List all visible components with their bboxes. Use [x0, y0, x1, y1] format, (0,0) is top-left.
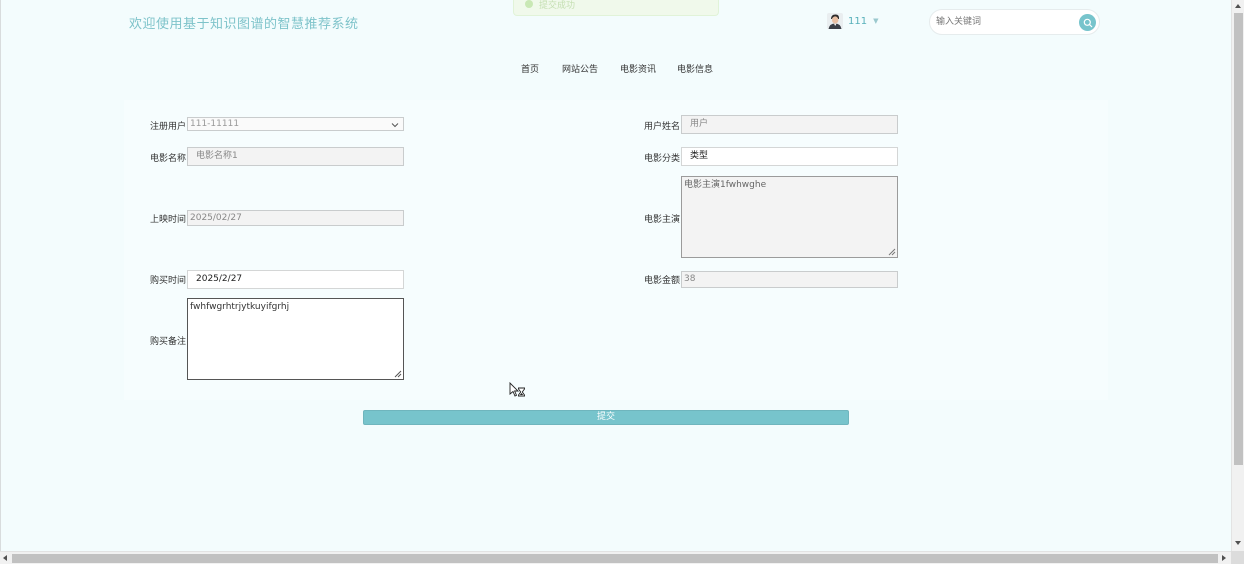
search-icon[interactable]	[1079, 14, 1096, 31]
horizontal-scrollbar[interactable]	[0, 551, 1231, 564]
search-input[interactable]	[936, 14, 1076, 30]
nav-item-movie-info[interactable]: 电影信息	[677, 62, 713, 75]
vertical-scroll-thumb[interactable]	[1234, 13, 1243, 465]
horizontal-scroll-thumb[interactable]	[12, 554, 1218, 563]
nav-item-movie-news[interactable]: 电影资讯	[620, 62, 656, 75]
registered-user-label: 注册用户:	[150, 122, 190, 132]
movie-category-field[interactable]: 类型	[681, 147, 898, 166]
busy-cursor-icon	[509, 382, 525, 397]
resize-grip-icon[interactable]	[888, 248, 896, 256]
username[interactable]: 111	[848, 16, 867, 27]
submit-button[interactable]: 提交	[363, 410, 849, 425]
vertical-scrollbar[interactable]	[1231, 0, 1244, 551]
main-nav: 首页 网站公告 电影资讯 电影信息	[1, 62, 1232, 76]
movie-name-field[interactable]: 电影名称1	[187, 147, 404, 166]
registered-user-value: 111-11111	[190, 119, 240, 129]
movie-cast-label: 电影主演:	[644, 215, 684, 225]
search-box	[929, 9, 1100, 35]
scroll-down-arrow-icon[interactable]	[1235, 541, 1241, 545]
movie-cast-textarea[interactable]: 电影主演1fwhwghe	[681, 176, 898, 258]
user-name-field[interactable]: 用户	[681, 115, 898, 134]
purchase-note-textarea[interactable]: fwhfwgrhtrjytkuyifgrhj	[187, 298, 404, 380]
movie-price-label: 电影金额:	[644, 276, 684, 286]
nav-item-home[interactable]: 首页	[521, 62, 539, 75]
chevron-down-icon	[391, 123, 399, 128]
movie-category-label: 电影分类:	[644, 154, 684, 164]
purchase-date-field[interactable]: 2025/2/27	[187, 270, 404, 289]
resize-grip-icon[interactable]	[394, 370, 402, 378]
purchase-date-label: 购买时间:	[150, 276, 190, 286]
avatar[interactable]	[827, 13, 843, 29]
registered-user-select[interactable]: 111-11111	[187, 117, 404, 131]
movie-name-label: 电影名称:	[150, 154, 190, 164]
page: 欢迎使用基于知识图谱的智慧推荐系统 提交成功 111 ▼ 首页	[0, 0, 1231, 551]
user-menu[interactable]: 111 ▼	[827, 12, 878, 30]
scroll-right-arrow-icon[interactable]	[1222, 555, 1226, 561]
purchase-note-label: 购买备注:	[150, 337, 190, 347]
user-name-label: 用户姓名:	[644, 122, 684, 132]
scrollbar-corner	[1231, 551, 1244, 564]
movie-price-field[interactable]: 38	[681, 271, 898, 288]
scroll-left-arrow-icon[interactable]	[3, 555, 7, 561]
purchase-note-value: fwhfwgrhtrjytkuyifgrhj	[190, 302, 290, 312]
site-title: 欢迎使用基于知识图谱的智慧推荐系统	[129, 17, 359, 32]
chevron-down-icon[interactable]: ▼	[873, 17, 878, 25]
success-icon	[525, 0, 533, 8]
toast-message: 提交成功	[539, 1, 576, 11]
success-toast: 提交成功	[513, 0, 719, 16]
release-date-field[interactable]: 2025/02/27	[187, 210, 404, 226]
movie-cast-value: 电影主演1fwhwghe	[684, 180, 767, 190]
scroll-up-arrow-icon[interactable]	[1235, 4, 1241, 8]
nav-item-announcements[interactable]: 网站公告	[562, 62, 598, 75]
release-date-label: 上映时间:	[150, 215, 190, 225]
